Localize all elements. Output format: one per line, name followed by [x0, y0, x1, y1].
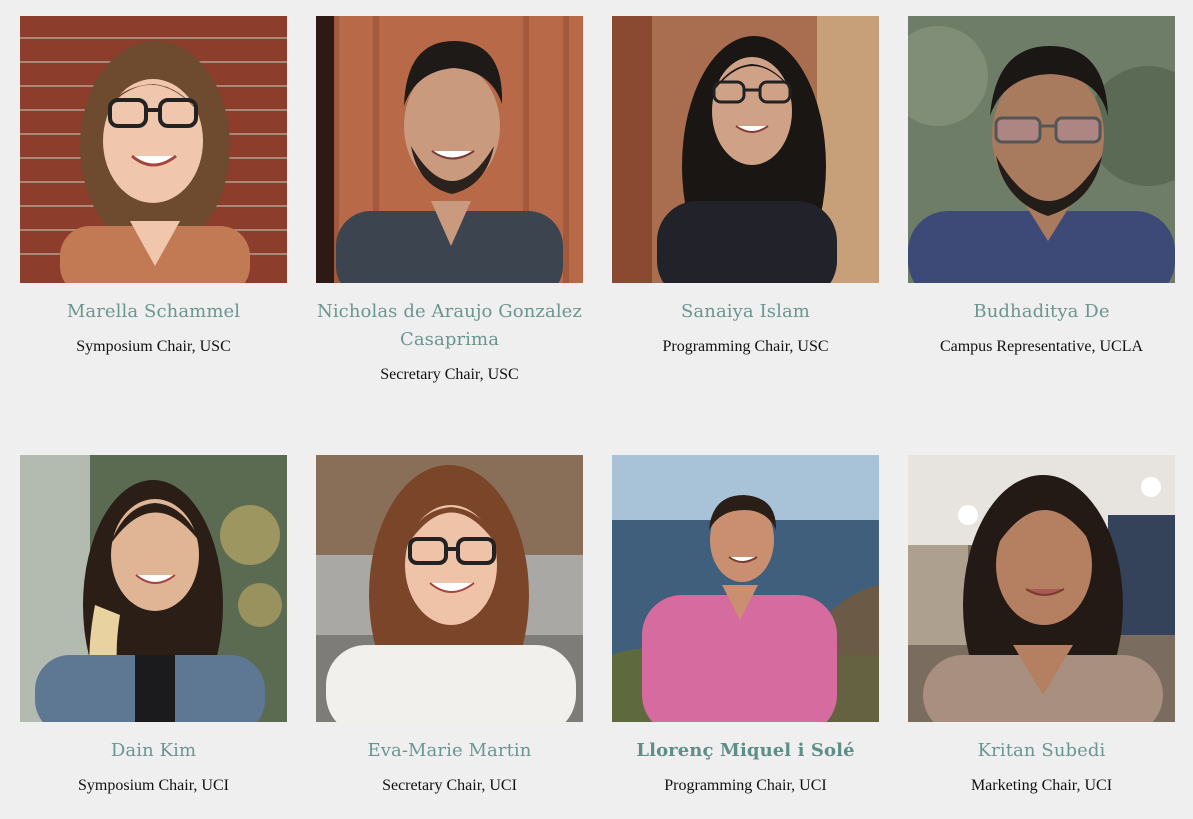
member-role: Symposium Chair, USC	[76, 338, 231, 355]
member-name[interactable]: Nicholas de Araujo Gonzalez Casaprima	[316, 298, 583, 354]
member-photo[interactable]	[316, 16, 583, 283]
portrait-photo	[316, 455, 583, 722]
member-name[interactable]: Eva-Marie Martin	[316, 737, 583, 765]
team-member-card: Sanaiya Islam Programming Chair, USC	[612, 16, 879, 358]
portrait-photo	[20, 16, 287, 283]
portrait-photo	[612, 455, 879, 722]
member-role: Marketing Chair, UCI	[970, 777, 1113, 794]
member-name[interactable]: Sanaiya Islam	[612, 298, 879, 326]
member-name[interactable]: Llorenç Miquel i Solé	[612, 737, 879, 765]
member-photo[interactable]	[908, 16, 1175, 283]
team-member-card: Nicholas de Araujo Gonzalez Casaprima Se…	[316, 16, 583, 386]
team-grid: Marella Schammel Symposium Chair, USC Ni…	[0, 0, 1193, 819]
member-role: Secretary Chair, USC	[380, 366, 519, 383]
team-member-card: Dain Kim Symposium Chair, UCI	[20, 455, 287, 797]
member-role: Secretary Chair, UCI	[382, 777, 517, 794]
portrait-photo	[908, 455, 1175, 722]
member-role: Symposium Chair, UCI	[78, 777, 229, 794]
team-member-card: Budhaditya De Campus Representative, UCL…	[908, 16, 1175, 358]
member-photo[interactable]	[612, 455, 879, 722]
team-member-card: Kritan Subedi Marketing Chair, UCI	[908, 455, 1175, 797]
portrait-photo	[316, 16, 583, 283]
member-photo[interactable]	[612, 16, 879, 283]
member-name[interactable]: Marella Schammel	[20, 298, 287, 326]
member-photo[interactable]	[908, 455, 1175, 722]
member-name[interactable]: Kritan Subedi	[908, 737, 1175, 765]
member-photo[interactable]	[20, 16, 287, 283]
member-name[interactable]: Dain Kim	[20, 737, 287, 765]
portrait-photo	[908, 16, 1175, 283]
member-role: Programming Chair, UCI	[664, 777, 827, 794]
member-role: Campus Representative, UCLA	[939, 338, 1144, 355]
member-photo[interactable]	[316, 455, 583, 722]
member-name[interactable]: Budhaditya De	[908, 298, 1175, 326]
team-member-card: Marella Schammel Symposium Chair, USC	[20, 16, 287, 358]
team-member-card: Llorenç Miquel i Solé Programming Chair,…	[612, 455, 879, 797]
portrait-photo	[20, 455, 287, 722]
portrait-photo	[612, 16, 879, 283]
team-member-card: Eva-Marie Martin Secretary Chair, UCI	[316, 455, 583, 797]
member-photo[interactable]	[20, 455, 287, 722]
member-role: Programming Chair, USC	[662, 338, 829, 355]
